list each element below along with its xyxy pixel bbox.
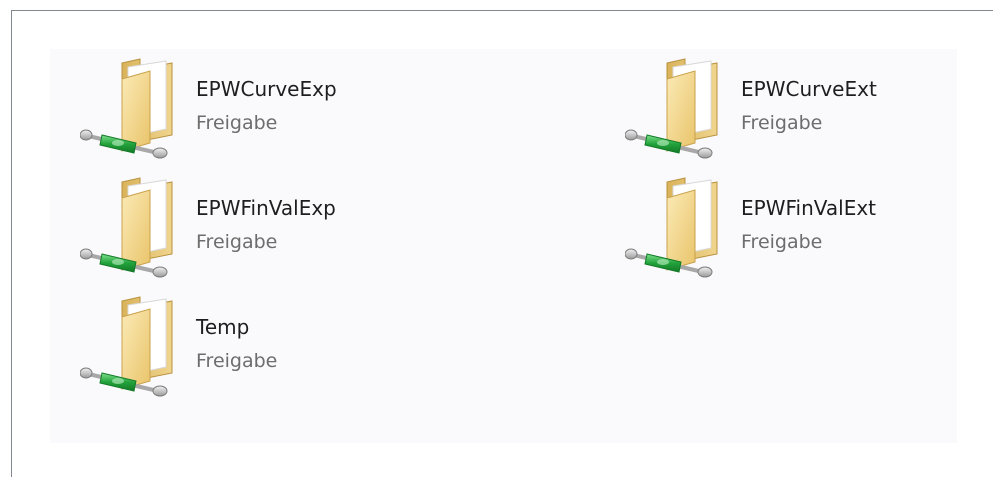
share-item-temp[interactable]: Temp Freigabe <box>50 287 380 397</box>
share-item-epwcurveexp[interactable]: EPWCurveExp Freigabe <box>50 49 380 159</box>
network-share-folder-icon <box>80 174 180 278</box>
share-name: Temp <box>196 315 250 339</box>
share-name: EPWCurveExp <box>196 77 337 101</box>
share-name: EPWFinValExt <box>741 196 877 220</box>
share-type: Freigabe <box>196 231 278 253</box>
network-share-folder-icon <box>80 293 180 397</box>
share-type: Freigabe <box>196 112 278 134</box>
network-share-folder-icon <box>80 55 180 159</box>
explorer-window: EPWCurveExp Freigabe EPWCurveExt Freigab… <box>11 10 993 477</box>
share-name: EPWCurveExt <box>741 77 877 101</box>
share-item-epwfinvalext[interactable]: EPWFinValExt Freigabe <box>595 168 925 278</box>
share-type: Freigabe <box>196 350 278 372</box>
network-share-folder-icon <box>625 55 725 159</box>
share-name: EPWFinValExp <box>196 196 336 220</box>
shares-view: EPWCurveExp Freigabe EPWCurveExt Freigab… <box>50 49 957 443</box>
share-item-epwcurveext[interactable]: EPWCurveExt Freigabe <box>595 49 925 159</box>
share-item-epwfinvalexp[interactable]: EPWFinValExp Freigabe <box>50 168 380 278</box>
share-type: Freigabe <box>741 112 823 134</box>
network-share-folder-icon <box>625 174 725 278</box>
share-type: Freigabe <box>741 231 823 253</box>
